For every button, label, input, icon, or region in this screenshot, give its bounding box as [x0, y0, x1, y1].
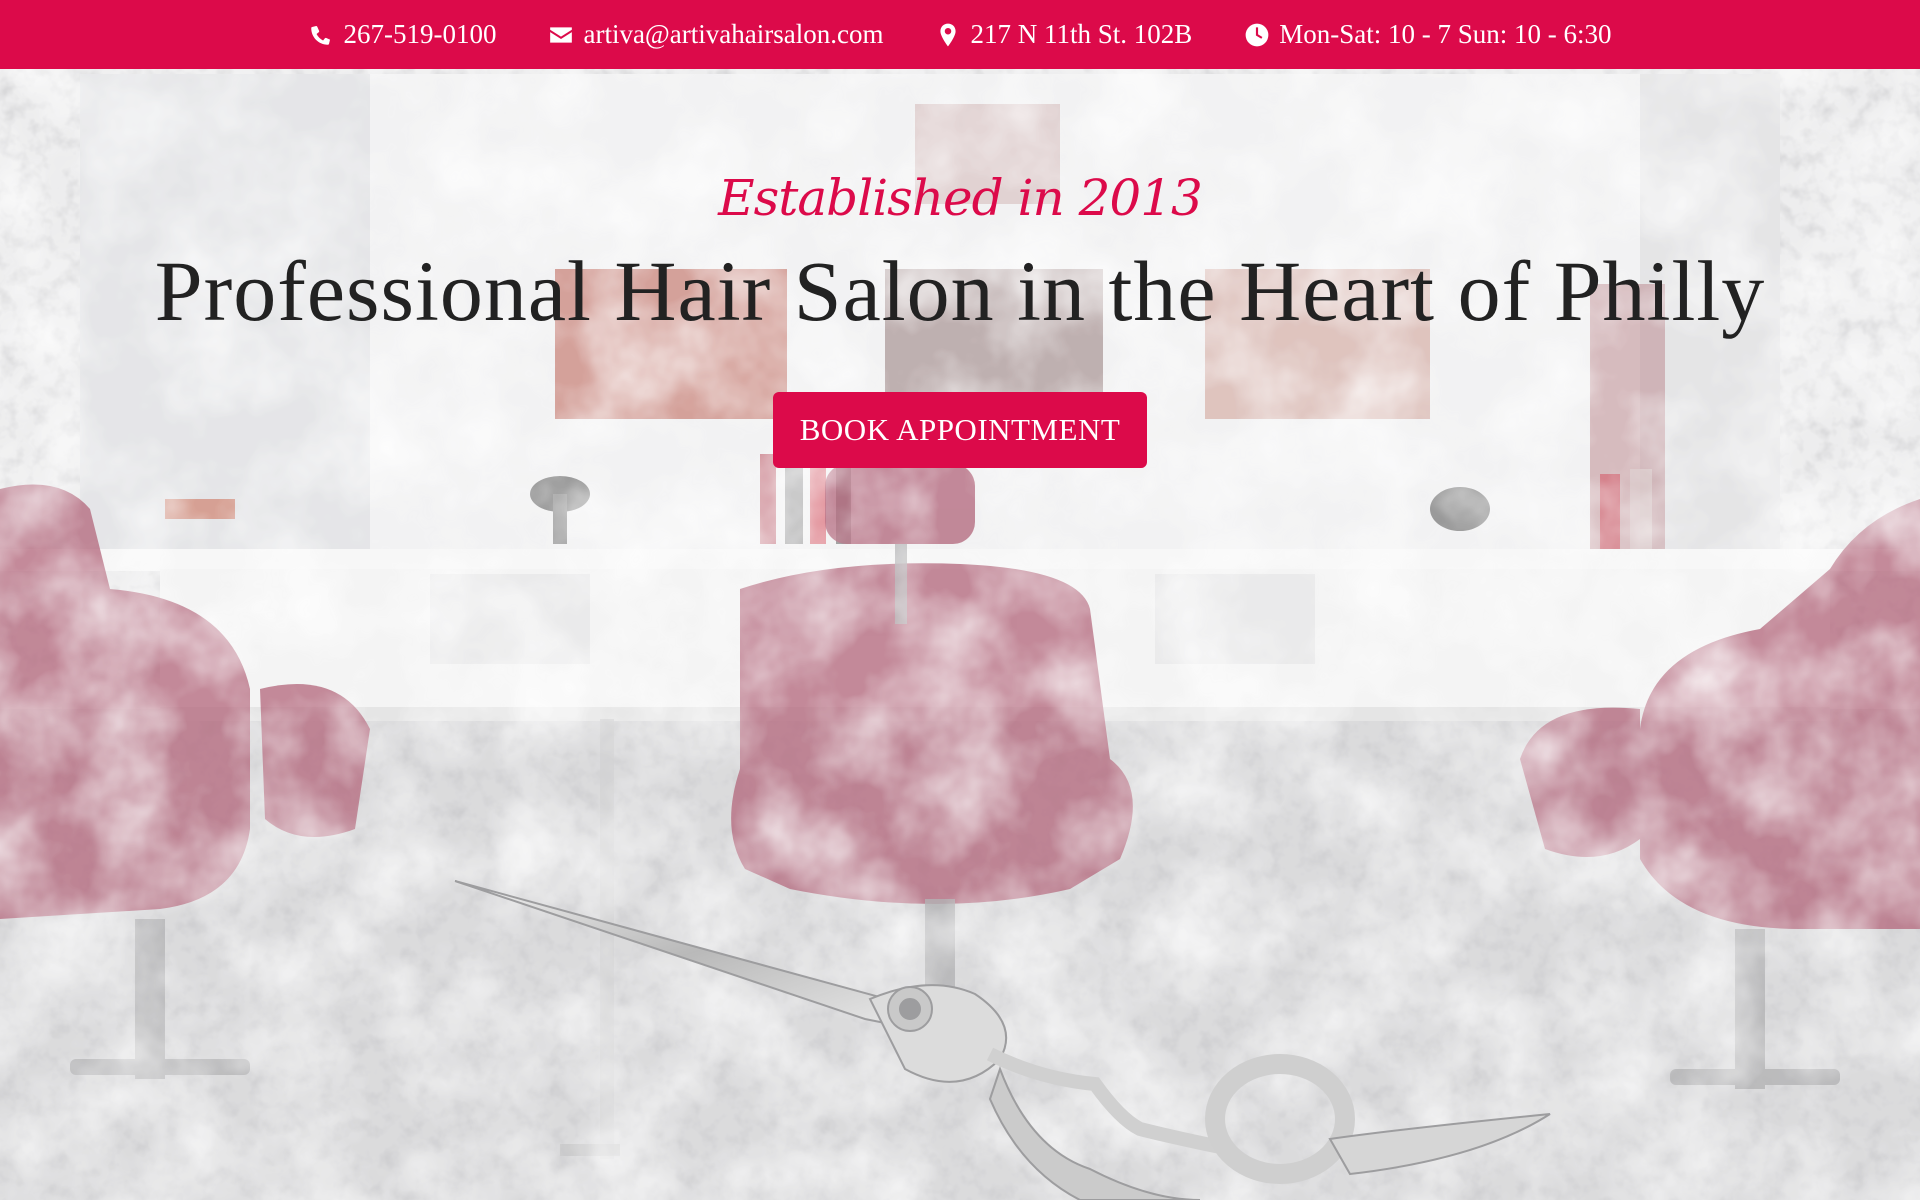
street-address[interactable]: 217 N 11th St. 102B	[970, 19, 1192, 50]
contact-address[interactable]: 217 N 11th St. 102B	[935, 19, 1192, 50]
map-pin-icon	[940, 23, 957, 46]
envelope-icon	[550, 26, 573, 43]
hero-section: Established in 2013 Professional Hair Sa…	[0, 69, 1920, 1200]
clock-icon	[1245, 23, 1269, 46]
opening-hours: Mon-Sat: 10 - 7 Sun: 10 - 6:30	[1279, 19, 1612, 49]
phone-icon	[311, 25, 331, 45]
contact-hours: Mon-Sat: 10 - 7 Sun: 10 - 6:30	[1244, 19, 1612, 50]
book-appointment-button[interactable]: BOOK APPOINTMENT	[773, 392, 1147, 468]
salon-interior-background	[0, 69, 1920, 1200]
contact-email[interactable]: artiva@artivahairsalon.com	[548, 19, 883, 50]
phone-number[interactable]: 267-519-0100	[343, 19, 496, 50]
contact-phone[interactable]: 267-519-0100	[308, 19, 496, 50]
established-tagline: Established in 2013	[718, 169, 1203, 227]
email-address[interactable]: artiva@artivahairsalon.com	[583, 19, 883, 50]
page-headline: Professional Hair Salon in the Heart of …	[154, 243, 1766, 339]
contact-bar: 267-519-0100 artiva@artivahairsalon.com …	[0, 0, 1920, 69]
